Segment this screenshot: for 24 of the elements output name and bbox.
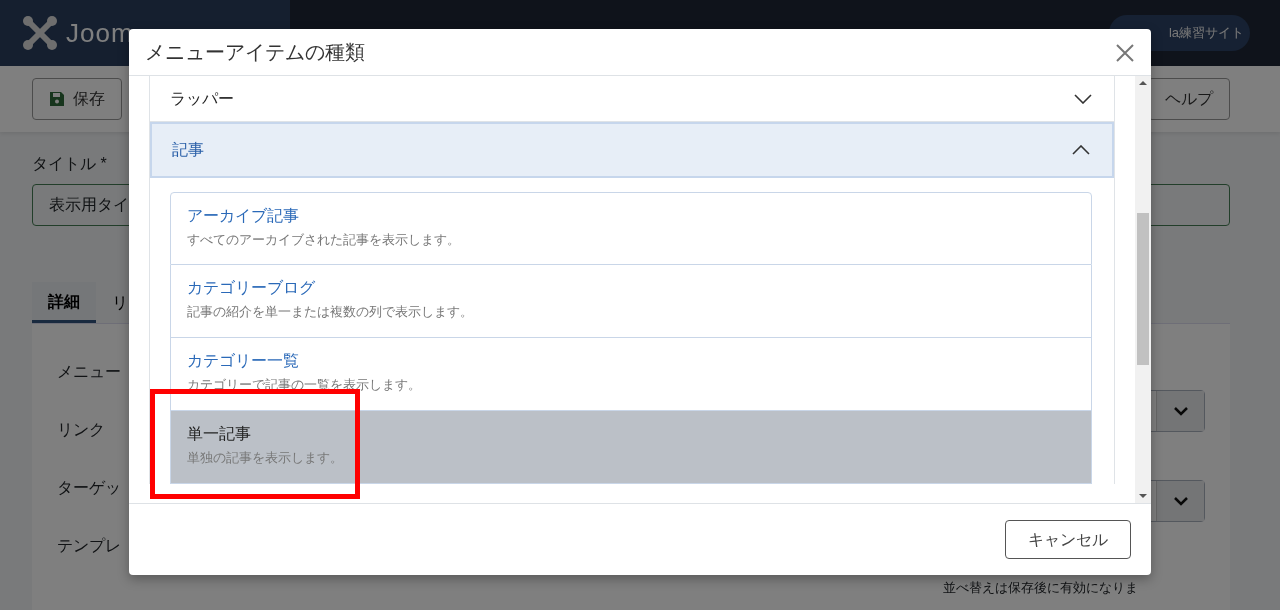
accordion-header[interactable]: 記事 — [150, 122, 1114, 178]
chevron-up-icon — [1072, 145, 1090, 155]
help-button[interactable]: ヘルプ — [1148, 78, 1230, 120]
menu-type-item[interactable]: アーカイブ記事 すべてのアーカイブされた記事を表示します。 — [170, 192, 1092, 265]
field-label: リンク — [57, 420, 105, 440]
scrollbar[interactable] — [1135, 76, 1151, 503]
cancel-button[interactable]: キャンセル — [1005, 520, 1131, 559]
save-icon — [49, 91, 65, 107]
logo-icon — [22, 15, 58, 51]
tab[interactable]: 詳細 — [32, 282, 96, 323]
caret-icon — [1172, 406, 1189, 416]
save-button[interactable]: 保存 — [32, 78, 122, 120]
field-label: メニュー — [57, 362, 121, 382]
close-icon — [1115, 42, 1135, 63]
field-label: ターゲッ — [57, 478, 121, 498]
menu-type-item[interactable]: カテゴリーブログ 記事の紹介を単一または複数の列で表示します。 — [170, 265, 1092, 338]
chevron-down-icon — [1074, 93, 1092, 104]
modal-title: メニューアイテムの種類 — [145, 40, 365, 65]
field-label: テンプレ — [57, 536, 121, 556]
ordering-note: 並べ替えは保存後に有効になりま — [943, 579, 1139, 597]
menu-type-item[interactable]: 単一記事 単独の記事を表示します。 — [170, 411, 1092, 484]
caret-icon — [1172, 496, 1189, 506]
field-label: タイトル * — [32, 154, 107, 174]
tab[interactable]: リ — [96, 282, 144, 323]
